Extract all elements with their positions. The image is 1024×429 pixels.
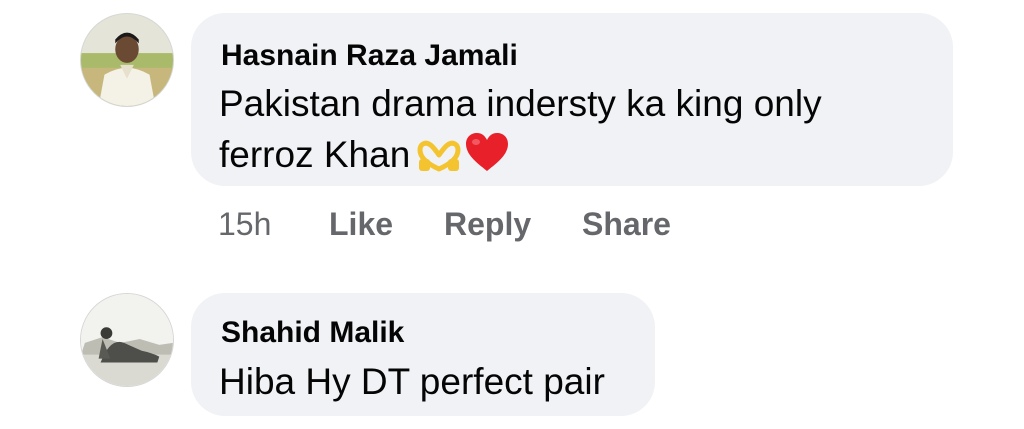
red-heart-emoji <box>464 131 510 187</box>
heart-hands-emoji <box>416 134 462 187</box>
avatar[interactable] <box>80 13 174 107</box>
comment-bubble: Hasnain Raza Jamali Pakistan drama inder… <box>191 13 953 186</box>
comment-text-line-2: ferroz Khan <box>219 128 510 187</box>
comment-text-line-2-text: ferroz Khan <box>219 134 411 175</box>
reply-button[interactable]: Reply <box>444 204 531 244</box>
avatar[interactable] <box>80 293 174 387</box>
like-button[interactable]: Like <box>329 204 393 244</box>
comment-timestamp[interactable]: 15h <box>218 204 271 244</box>
avatar-photo <box>81 294 173 386</box>
comment-author[interactable]: Shahid Malik <box>221 315 404 351</box>
avatar-photo <box>81 14 173 106</box>
share-button[interactable]: Share <box>582 204 671 244</box>
comment-bubble: Shahid Malik Hiba Hy DT perfect pair <box>191 293 655 416</box>
comment-text: Hiba Hy DT perfect pair <box>219 361 605 402</box>
comment-author[interactable]: Hasnain Raza Jamali <box>221 38 518 74</box>
comment-text-line-1: Pakistan drama indersty ka king only <box>219 83 822 124</box>
